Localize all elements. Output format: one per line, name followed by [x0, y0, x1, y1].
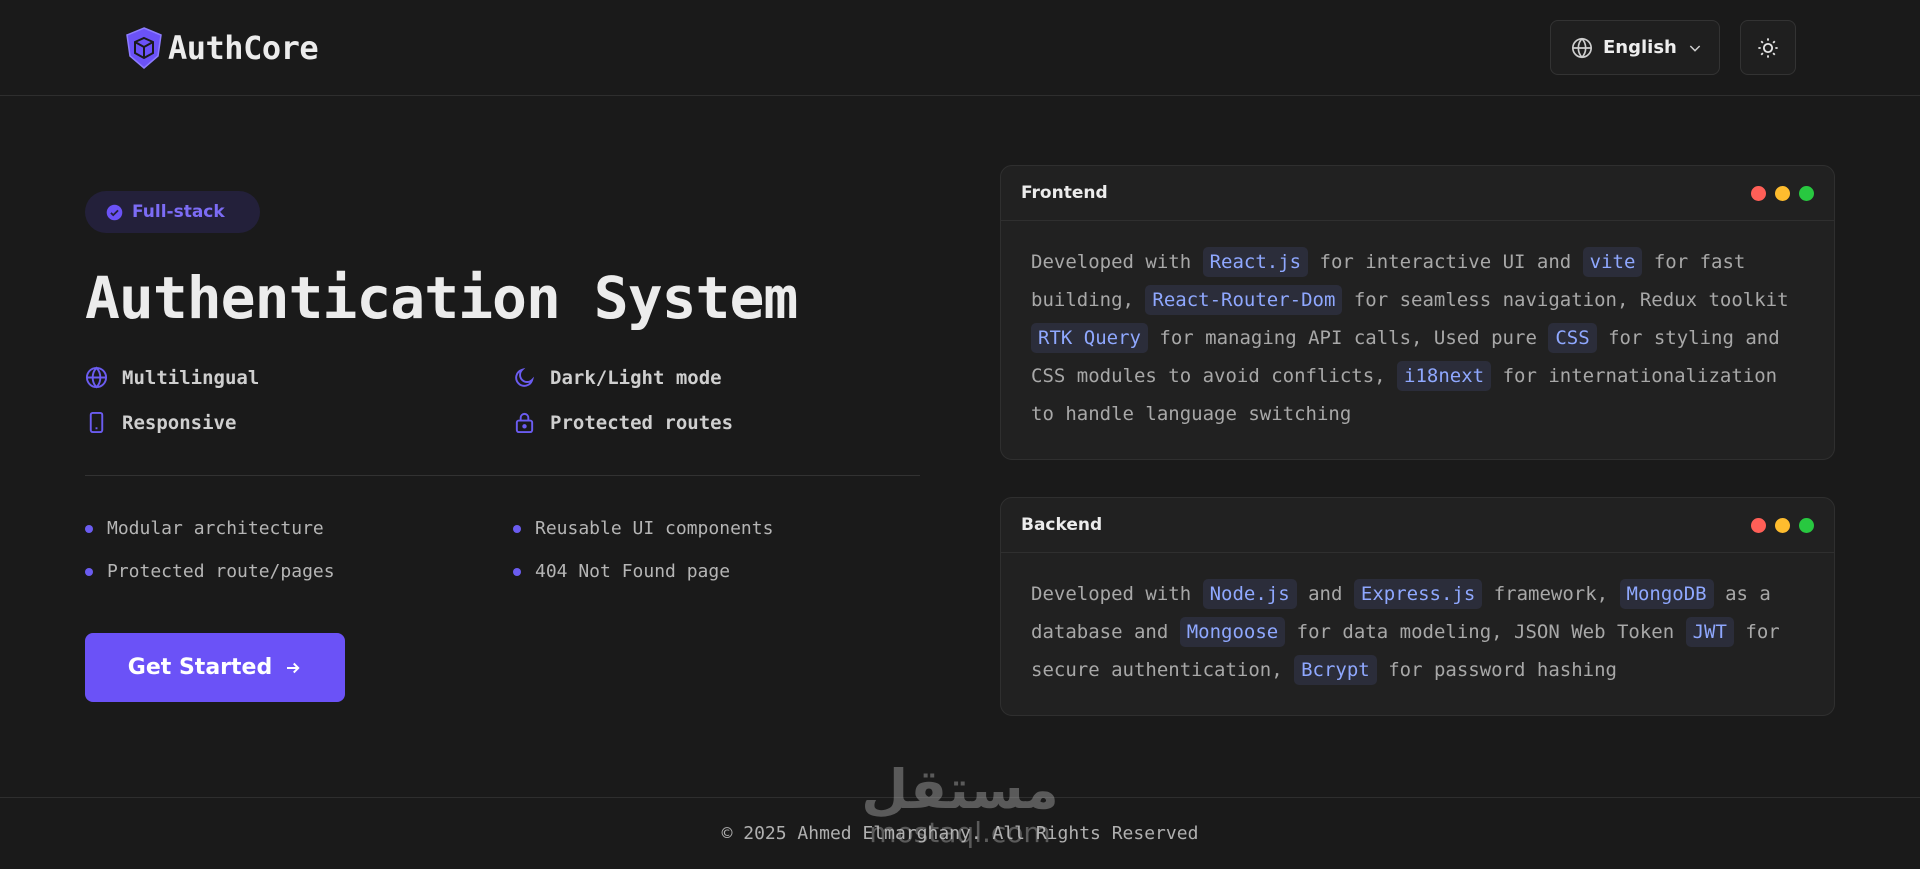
smartphone-icon	[89, 411, 104, 434]
check-circle-icon	[106, 204, 123, 220]
bullet-dot	[85, 524, 93, 533]
bullet-item: 404 Not Found page	[513, 561, 730, 582]
chevron-down-icon	[1689, 44, 1701, 52]
card-text: and	[1296, 583, 1354, 605]
arrow-right-icon	[287, 662, 300, 673]
card-header: Backend	[1001, 498, 1834, 553]
tech-tag: vite	[1582, 247, 1643, 277]
feature-label: Multilingual	[122, 366, 260, 389]
tech-tag: Bcrypt	[1294, 655, 1377, 685]
window-dot-yellow	[1775, 185, 1790, 201]
bullet-label: 404 Not Found page	[535, 561, 731, 582]
feature-label: Protected routes	[550, 411, 734, 434]
lock-icon	[515, 412, 534, 434]
card-text: for password hashing	[1376, 659, 1617, 681]
card-text: framework,	[1482, 583, 1620, 605]
card-title: Backend	[1021, 515, 1103, 535]
window-dot-red	[1751, 517, 1766, 533]
tech-tag: CSS	[1548, 323, 1597, 353]
bullet-label: Protected route/pages	[107, 561, 335, 582]
card-text: for data modeling, JSON Web Token	[1285, 621, 1686, 643]
moon-icon	[515, 367, 535, 387]
globe-icon	[85, 366, 108, 389]
window-dots	[1751, 185, 1814, 201]
tech-tag: React-Router-Dom	[1145, 285, 1343, 315]
bullet-dot	[513, 567, 521, 576]
divider	[85, 475, 920, 476]
tech-tag: Node.js	[1202, 579, 1297, 609]
card-text: for managing API calls, Used pure	[1147, 327, 1549, 349]
brand-name: AuthCore	[168, 29, 319, 67]
window-dot-red	[1751, 185, 1766, 201]
sun-icon	[1758, 37, 1778, 58]
bullet-label: Modular architecture	[107, 518, 324, 539]
bullet-dot	[85, 567, 93, 576]
theme-toggle-button[interactable]	[1740, 20, 1796, 75]
card-header: Frontend	[1001, 166, 1834, 221]
language-label: English	[1603, 37, 1677, 58]
fullstack-badge: Full-stack	[85, 191, 260, 233]
site-footer: © 2025 Ahmed Elmarghany. All Rights Rese…	[0, 797, 1920, 869]
site-header: AuthCore English	[0, 0, 1920, 96]
get-started-label: Get Started	[127, 655, 273, 680]
window-dot-green	[1799, 517, 1814, 533]
bullet-dot	[513, 524, 521, 533]
window-dots	[1751, 517, 1814, 533]
hero-title: Authentication System	[85, 264, 798, 332]
tech-tag: i18next	[1397, 361, 1492, 391]
frontend-card: Frontend Developed with React.js for int…	[1000, 165, 1835, 460]
feature-protected-routes: Protected routes	[513, 411, 733, 434]
feature-label: Responsive	[122, 411, 237, 434]
window-dot-green	[1799, 185, 1814, 201]
feature-responsive: Responsive	[85, 411, 236, 434]
tech-tag: MongoDB	[1619, 579, 1714, 609]
card-text: Developed with	[1031, 583, 1203, 605]
bullet-item: Modular architecture	[85, 518, 324, 539]
bullet-item: Reusable UI components	[513, 518, 773, 539]
feature-multilingual: Multilingual	[85, 366, 259, 389]
card-description: Developed with Node.js and Express.js fr…	[1001, 553, 1834, 715]
bullet-label: Reusable UI components	[535, 518, 774, 539]
shield-cube-icon	[126, 27, 162, 69]
globe-icon	[1572, 37, 1592, 58]
tech-tag: Mongoose	[1179, 617, 1286, 647]
tech-tag: JWT	[1685, 617, 1734, 647]
window-dot-yellow	[1775, 517, 1790, 533]
tech-tag: React.js	[1202, 247, 1309, 277]
tech-tag: Express.js	[1353, 579, 1483, 609]
card-text: for interactive UI and	[1308, 251, 1583, 273]
feature-dark-light-mode: Dark/Light mode	[513, 366, 722, 389]
badge-label: Full-stack	[132, 202, 225, 222]
language-selector[interactable]: English	[1550, 20, 1720, 75]
card-title: Frontend	[1021, 183, 1108, 203]
bullet-item: Protected route/pages	[85, 561, 335, 582]
card-description: Developed with React.js for interactive …	[1001, 221, 1834, 459]
backend-card: Backend Developed with Node.js and Expre…	[1000, 497, 1835, 716]
card-text: Developed with	[1031, 251, 1203, 273]
brand[interactable]: AuthCore	[124, 26, 319, 70]
tech-tag: RTK Query	[1031, 323, 1148, 353]
feature-label: Dark/Light mode	[550, 366, 722, 389]
card-text: for seamless navigation, Redux toolkit	[1342, 289, 1789, 311]
get-started-button[interactable]: Get Started	[85, 633, 345, 702]
copyright-text: © 2025 Ahmed Elmarghany. All Rights Rese…	[721, 823, 1199, 844]
